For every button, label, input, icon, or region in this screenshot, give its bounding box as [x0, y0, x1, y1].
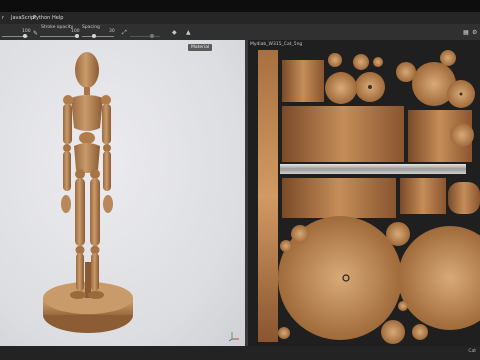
viewport-3d[interactable]: Material [0, 40, 245, 346]
menu-item-python[interactable]: Python [33, 15, 50, 21]
brush-icon[interactable]: ✎ [33, 30, 38, 37]
camera-icon[interactable]: ▲ [186, 29, 191, 36]
uv-texture-map [258, 50, 480, 344]
spacing-label: Spacing [82, 25, 100, 30]
menu-item-help[interactable]: Help [52, 15, 63, 21]
menu-item[interactable]: r [2, 15, 4, 21]
fill-icon[interactable]: ◆ [172, 29, 177, 36]
spacing-slider[interactable] [82, 36, 114, 37]
viewport-2d[interactable]: Mydiab_W315_Cat_5ng [248, 40, 480, 346]
title-bar [0, 0, 480, 12]
settings-icon[interactable]: ⚙ [472, 29, 477, 36]
stroke-opacity-slider-knob[interactable] [75, 34, 79, 38]
disabled-slider [130, 36, 160, 37]
status-right-text: Cat [468, 349, 476, 354]
mannequin-model [43, 52, 133, 333]
stroke-opacity-slider[interactable] [40, 36, 78, 37]
size-slider-knob[interactable] [23, 34, 27, 38]
menu-bar: r JavaScript Python Help [0, 12, 480, 24]
stroke-opacity-label: Stroke opacity [41, 25, 74, 30]
axis-gizmo-icon [228, 332, 239, 342]
status-bar: Cat [0, 346, 480, 360]
spacing-slider-knob[interactable] [92, 34, 96, 38]
disabled-slider-knob [150, 34, 154, 38]
grid-icon[interactable]: ▦ [463, 29, 469, 36]
projection-icon[interactable]: ⤢ [122, 29, 127, 37]
spacing-value[interactable]: 30 [109, 29, 115, 34]
tool-properties-bar: Spacing Stroke opacity 100 ✎ 100 30 ⤢ ◆ … [0, 24, 480, 41]
